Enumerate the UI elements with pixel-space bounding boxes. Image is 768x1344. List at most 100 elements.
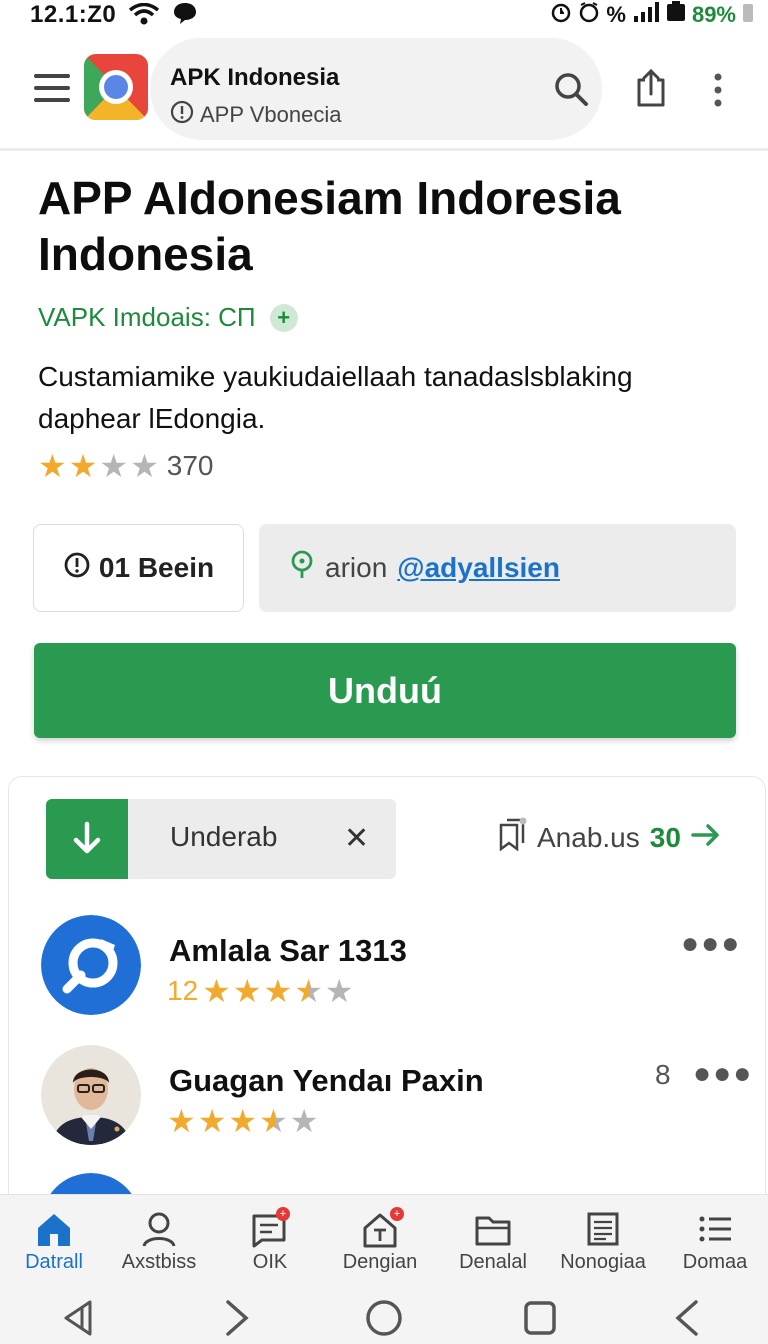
downloads-card: Underab ✕ Anab.us 30 Amlala Sar 1313 12 … [8, 776, 766, 1218]
nav-label: Denalal [459, 1251, 527, 1273]
wifi-icon [128, 2, 160, 30]
star-icon: ★ [289, 1103, 319, 1139]
download-button[interactable]: Unduú [34, 643, 736, 738]
star-icon: ★ [324, 973, 354, 1009]
signal-icon [632, 2, 660, 28]
person-icon [111, 1207, 207, 1251]
chrome-icon[interactable] [84, 54, 148, 120]
list-item-rating: 12 ★ ★ ★ ★ ★ [167, 975, 356, 1007]
star-icon: ★ [99, 448, 129, 484]
nav-label: Dengian [342, 1251, 418, 1273]
url-text: APP Vbonecia [200, 102, 342, 127]
location-prefix: arion [325, 552, 388, 583]
forward-icon[interactable] [222, 1298, 252, 1338]
bottom-navigation: Datrall Axstbiss + OIK + Dengian Denalal… [0, 1194, 768, 1285]
battery-icon [666, 1, 686, 29]
nav-item-dengian[interactable]: + Dengian [332, 1207, 428, 1274]
bookmark-icon [497, 817, 527, 858]
status-bar: 12.1:Z0 % 89% [0, 0, 768, 28]
location-pin-icon [289, 550, 315, 587]
app-logo-icon [41, 915, 141, 1015]
back-triangle-icon[interactable] [60, 1298, 98, 1338]
anab-label: Anab.us [537, 821, 640, 853]
star-icon: ★ [202, 973, 231, 1009]
rating-count: 370 [166, 450, 214, 481]
battery-outline-icon [742, 1, 754, 29]
share-icon[interactable] [634, 68, 668, 113]
arrow-right-icon [691, 822, 721, 854]
nav-item-axstbiss[interactable]: Axstbiss [111, 1207, 207, 1274]
notification-badge: + [390, 1207, 404, 1221]
page-subtitle: VAPK Imdoais: CП [38, 302, 256, 332]
plus-badge-icon[interactable]: + [269, 303, 298, 332]
star-icon: ★ [228, 1103, 258, 1139]
folder-icon [445, 1207, 541, 1251]
info-chip[interactable]: 01 Beein [33, 524, 244, 612]
list-item-count: 8 [655, 1059, 671, 1090]
list-item-name: Amlala Sar 1313 [169, 933, 407, 968]
star-icon: ★ [232, 973, 262, 1009]
close-icon[interactable]: ✕ [344, 821, 369, 856]
nav-item-datrall[interactable]: Datrall [6, 1207, 102, 1274]
url-text-row[interactable]: APP Vbonecia [170, 100, 341, 130]
star-icon: ★ [197, 1103, 227, 1139]
person-photo [41, 1045, 141, 1145]
address-bar[interactable]: APK Indonesia APP Vbonecia [150, 38, 602, 140]
toolbar-divider [0, 148, 768, 151]
list-item[interactable]: Amlala Sar 1313 12 ★ ★ ★ ★ ★ ●●● [9, 915, 765, 1025]
chat-icon [172, 1, 198, 30]
more-vertical-icon[interactable] [712, 72, 724, 113]
tab-title: APK Indonesia [170, 64, 340, 91]
nav-label: Nonogiaa [560, 1251, 646, 1273]
text-house-icon: + [332, 1207, 428, 1251]
chat-box-icon: + [222, 1207, 318, 1251]
nav-label: Domaa [682, 1251, 748, 1273]
notification-badge: + [276, 1207, 290, 1221]
download-chip[interactable]: Underab ✕ [46, 799, 396, 879]
back-icon[interactable] [672, 1298, 702, 1338]
list-item-rating: ★ ★ ★ ★ ★ [167, 1105, 320, 1137]
star-icon: ★ [263, 973, 293, 1009]
anab-count: 30 [649, 821, 681, 853]
system-navigation-bar [0, 1284, 768, 1344]
info-icon[interactable] [170, 100, 194, 130]
alarm-icon [578, 1, 600, 29]
nav-item-oik[interactable]: + OIK [222, 1207, 318, 1274]
nav-item-domaa[interactable]: Domaa [667, 1207, 763, 1274]
list-item-name: Guagan Yendaı Paxin [169, 1063, 484, 1098]
star-half-icon: ★ [259, 1103, 288, 1139]
download-chip-label: Underab [170, 821, 278, 852]
more-horizontal-icon[interactable]: ●●● [681, 927, 741, 961]
clock: 12.1:Z0 [30, 1, 117, 28]
alarm-icon [550, 1, 572, 29]
star-half-icon: ★ [294, 973, 323, 1009]
status-icons: % 89% [550, 1, 754, 29]
nav-label: OIK [252, 1251, 288, 1273]
download-arrow-icon [46, 799, 128, 879]
anab-link[interactable]: Anab.us 30 [497, 817, 721, 858]
document-icon [555, 1207, 651, 1251]
page-subtitle-row: VAPK Imdoais: CП + [38, 302, 298, 333]
list-item[interactable]: Guagan Yendaı Paxin ★ ★ ★ ★ ★ 8 ●●● [9, 1045, 765, 1155]
nav-item-denalal[interactable]: Denalal [445, 1207, 541, 1274]
page-title: APP AIdonesiam Indoresia Indonesia [38, 172, 621, 280]
location-link[interactable]: @adyallsien [397, 552, 560, 584]
search-icon[interactable] [552, 70, 590, 113]
star-icon: ★ [38, 448, 67, 484]
nav-item-nonogiaa[interactable]: Nonogiaa [555, 1207, 651, 1274]
percent-icon: % [606, 2, 626, 27]
nav-label: Datrall [25, 1251, 83, 1273]
recents-square-icon[interactable] [522, 1298, 558, 1338]
home-icon [6, 1207, 102, 1251]
hamburger-menu-icon[interactable] [34, 74, 70, 104]
list-icon [667, 1207, 763, 1251]
alert-icon [63, 551, 91, 586]
info-chip-label: 01 Beein [98, 552, 215, 583]
home-circle-icon[interactable] [364, 1298, 404, 1338]
location-field[interactable]: arion @adyallsien [259, 524, 736, 612]
rating-prefix: 12 [167, 975, 199, 1006]
more-horizontal-icon[interactable]: ●●● [693, 1057, 753, 1091]
battery-percent: 89% [691, 2, 736, 27]
browser-toolbar: APK Indonesia APP Vbonecia [0, 30, 768, 148]
star-icon: ★ [130, 448, 159, 484]
